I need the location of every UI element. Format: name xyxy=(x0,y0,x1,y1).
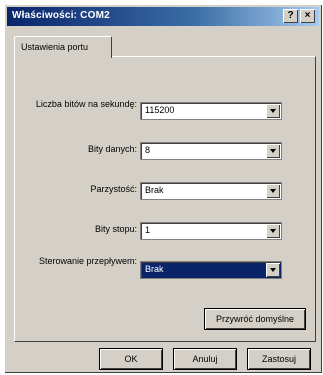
stop-bits-value: 1 xyxy=(145,225,151,235)
chevron-down-icon[interactable] xyxy=(266,184,280,198)
flow-control-value: Brak xyxy=(145,264,164,274)
stop-bits-label: Bity stopu: xyxy=(94,224,137,234)
help-icon: ? xyxy=(287,10,294,21)
port-settings-panel: Liczba bitów na sekundę: 115200 Bity dan… xyxy=(14,56,316,342)
flow-control-label: Sterowanie przepływem: xyxy=(38,256,137,266)
window-title: Właściwości: COM2 xyxy=(12,10,110,21)
cancel-button[interactable]: Anuluj xyxy=(174,349,236,369)
tab-port-settings[interactable]: Ustawienia portu xyxy=(14,36,112,58)
parity-label: Parzystość: xyxy=(90,184,137,194)
data-bits-value: 8 xyxy=(145,145,151,155)
chevron-down-icon[interactable] xyxy=(266,263,280,277)
stop-bits-select[interactable]: 1 xyxy=(140,222,282,240)
close-icon: × xyxy=(304,10,311,21)
help-button[interactable]: ? xyxy=(283,9,298,23)
flow-control-select[interactable]: Brak xyxy=(140,261,282,279)
data-bits-select[interactable]: 8 xyxy=(140,142,282,160)
close-button[interactable]: × xyxy=(300,9,315,23)
ok-button[interactable]: OK xyxy=(100,349,162,369)
data-bits-label: Bity danych: xyxy=(87,144,137,154)
tab-label: Ustawienia portu xyxy=(21,42,89,52)
parity-value: Brak xyxy=(145,185,164,195)
chevron-down-icon[interactable] xyxy=(266,224,280,238)
properties-dialog: Właściwości: COM2 ? × Ustawienia portu L… xyxy=(4,4,322,373)
chevron-down-icon[interactable] xyxy=(266,144,280,158)
chevron-down-icon[interactable] xyxy=(266,104,280,118)
bits-per-second-select[interactable]: 115200 xyxy=(140,102,282,120)
bits-per-second-label: Liczba bitów na sekundę: xyxy=(35,99,137,109)
apply-button[interactable]: Zastosuj xyxy=(248,349,310,369)
restore-defaults-button[interactable]: Przywróć domyślne xyxy=(205,309,305,329)
bits-per-second-value: 115200 xyxy=(145,105,175,115)
title-bar: Właściwości: COM2 ? × xyxy=(7,7,319,26)
parity-select[interactable]: Brak xyxy=(140,182,282,200)
